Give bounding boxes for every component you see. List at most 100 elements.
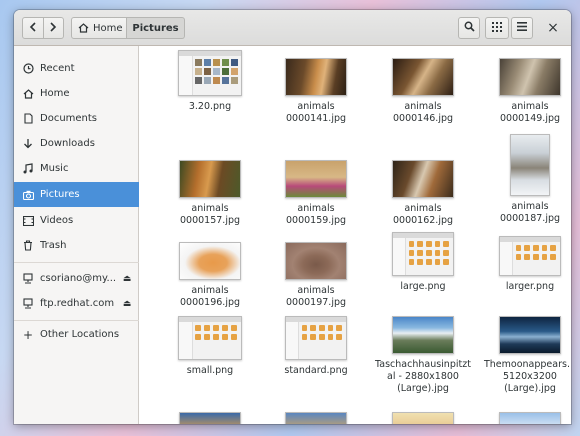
sidebar-item-label: Pictures	[40, 189, 80, 200]
file-name: animals 0000149.jpg	[499, 101, 561, 124]
file-item[interactable]: animals 0000196.jpg	[160, 234, 260, 309]
trash-icon	[22, 240, 34, 252]
network-drive-icon	[22, 298, 34, 310]
file-thumbnail	[499, 412, 561, 424]
file-name: Themoonappears... 5120x3200 (Large).jpg	[483, 359, 571, 394]
file-item[interactable]: standard.png	[266, 312, 366, 377]
file-item[interactable]	[373, 412, 473, 424]
sidebar-item-label: Other Locations	[40, 329, 120, 340]
file-item[interactable]: animals 0000141.jpg	[266, 50, 366, 125]
file-thumbnail	[510, 134, 550, 196]
network-drive-icon	[22, 273, 34, 285]
file-thumbnail	[285, 160, 347, 198]
file-name: animals 0000187.jpg	[499, 201, 561, 224]
sidebar-item-label: csoriano@my...	[40, 273, 117, 284]
sidebar-item-pictures[interactable]: Pictures	[14, 182, 139, 207]
view-toggle-button[interactable]	[485, 17, 509, 39]
sidebar-item-label: Home	[40, 88, 70, 99]
file-thumbnail	[392, 58, 454, 96]
sidebar-item-mount-csoriano[interactable]: csoriano@my... ⏏	[14, 266, 139, 291]
file-thumbnail	[285, 412, 347, 424]
sidebar-item-label: ftp.redhat.com	[40, 298, 115, 309]
menu-button[interactable]	[511, 17, 533, 39]
file-thumbnail	[179, 160, 241, 198]
file-item[interactable]: Taschachhausinpitztal - 2880x1800 (Large…	[373, 316, 473, 395]
sidebar-item-trash[interactable]: Trash	[14, 233, 139, 258]
file-name: larger.png	[505, 281, 555, 292]
file-thumbnail	[179, 412, 241, 424]
clock-icon	[22, 63, 34, 75]
header-bar: Home Pictures ×	[14, 10, 571, 46]
file-name: animals 0000162.jpg	[392, 203, 454, 226]
home-icon	[22, 88, 34, 100]
sidebar: Recent Home Documents Downloads Music Pi…	[14, 46, 139, 424]
file-thumbnail	[392, 232, 454, 276]
sidebar-item-home[interactable]: Home	[14, 81, 139, 106]
file-item[interactable]: Themoonappears... 5120x3200 (Large).jpg	[480, 316, 571, 395]
close-button[interactable]: ×	[544, 19, 562, 37]
camera-icon	[22, 189, 34, 201]
eject-icon[interactable]: ⏏	[119, 274, 135, 284]
sidebar-item-downloads[interactable]: Downloads	[14, 131, 139, 156]
breadcrumb-home-label: Home	[93, 22, 123, 34]
file-item[interactable]	[160, 412, 260, 424]
file-thumbnail	[179, 242, 241, 280]
file-name: animals 0000146.jpg	[392, 101, 454, 124]
file-name: small.png	[186, 365, 234, 376]
breadcrumb-home[interactable]: Home	[71, 17, 127, 39]
file-thumbnail	[178, 50, 242, 96]
sidebar-item-documents[interactable]: Documents	[14, 106, 139, 131]
navigation-buttons	[22, 17, 64, 39]
file-item[interactable]: animals 0000162.jpg	[373, 152, 473, 227]
file-item[interactable]: animals 0000149.jpg	[480, 50, 571, 125]
file-name: Taschachhausinpitztal - 2880x1800 (Large…	[375, 359, 471, 394]
back-arrow-icon	[29, 21, 37, 35]
forward-button[interactable]	[43, 17, 64, 39]
file-item[interactable]: small.png	[160, 312, 260, 377]
file-item[interactable]: larger.png	[480, 232, 571, 293]
sidebar-item-label: Videos	[40, 215, 74, 226]
file-manager-window: Home Pictures × Recent Home Documents Do…	[14, 10, 571, 424]
file-name: animals 0000196.jpg	[179, 285, 241, 308]
file-item[interactable]: animals 0000187.jpg	[480, 134, 571, 225]
file-item[interactable]: animals 0000197.jpg	[266, 234, 366, 309]
download-icon	[22, 138, 34, 150]
file-thumbnail	[499, 58, 561, 96]
file-item[interactable]: animals 0000157.jpg	[160, 152, 260, 227]
file-name: 3.20.png	[188, 101, 232, 112]
file-thumbnail	[392, 412, 454, 424]
search-icon	[464, 21, 475, 35]
breadcrumb-pictures-label: Pictures	[132, 22, 179, 34]
eject-icon[interactable]: ⏏	[119, 299, 135, 309]
sidebar-item-label: Music	[40, 163, 69, 174]
breadcrumb-pictures[interactable]: Pictures	[127, 17, 185, 39]
file-item[interactable]	[480, 412, 571, 424]
file-name: standard.png	[284, 365, 348, 376]
file-item[interactable]: animals 0000159.jpg	[266, 152, 366, 227]
forward-arrow-icon	[49, 21, 57, 35]
file-thumbnail	[499, 236, 561, 276]
file-item[interactable]: animals 0000146.jpg	[373, 50, 473, 125]
file-thumbnail	[392, 316, 454, 354]
sidebar-item-label: Recent	[40, 63, 75, 74]
sidebar-item-recent[interactable]: Recent	[14, 56, 139, 81]
file-name: animals 0000141.jpg	[285, 101, 347, 124]
file-name: animals 0000157.jpg	[179, 203, 241, 226]
sidebar-item-videos[interactable]: Videos	[14, 208, 139, 233]
back-button[interactable]	[22, 17, 44, 39]
sidebar-separator	[14, 320, 139, 321]
file-thumbnail	[285, 242, 347, 280]
file-item[interactable]	[266, 412, 366, 424]
file-thumbnail	[178, 316, 242, 360]
breadcrumb: Home Pictures	[71, 17, 185, 39]
search-button[interactable]	[458, 17, 480, 39]
file-item[interactable]: 3.20.png	[160, 50, 260, 113]
file-item[interactable]: large.png	[373, 232, 473, 293]
music-icon	[22, 163, 34, 175]
close-icon: ×	[547, 20, 559, 36]
sidebar-item-other-locations[interactable]: + Other Locations	[14, 322, 139, 347]
sidebar-separator	[14, 262, 139, 263]
sidebar-item-mount-ftp[interactable]: ftp.redhat.com ⏏	[14, 291, 139, 316]
sidebar-item-music[interactable]: Music	[14, 156, 139, 181]
file-thumbnail	[499, 316, 561, 354]
